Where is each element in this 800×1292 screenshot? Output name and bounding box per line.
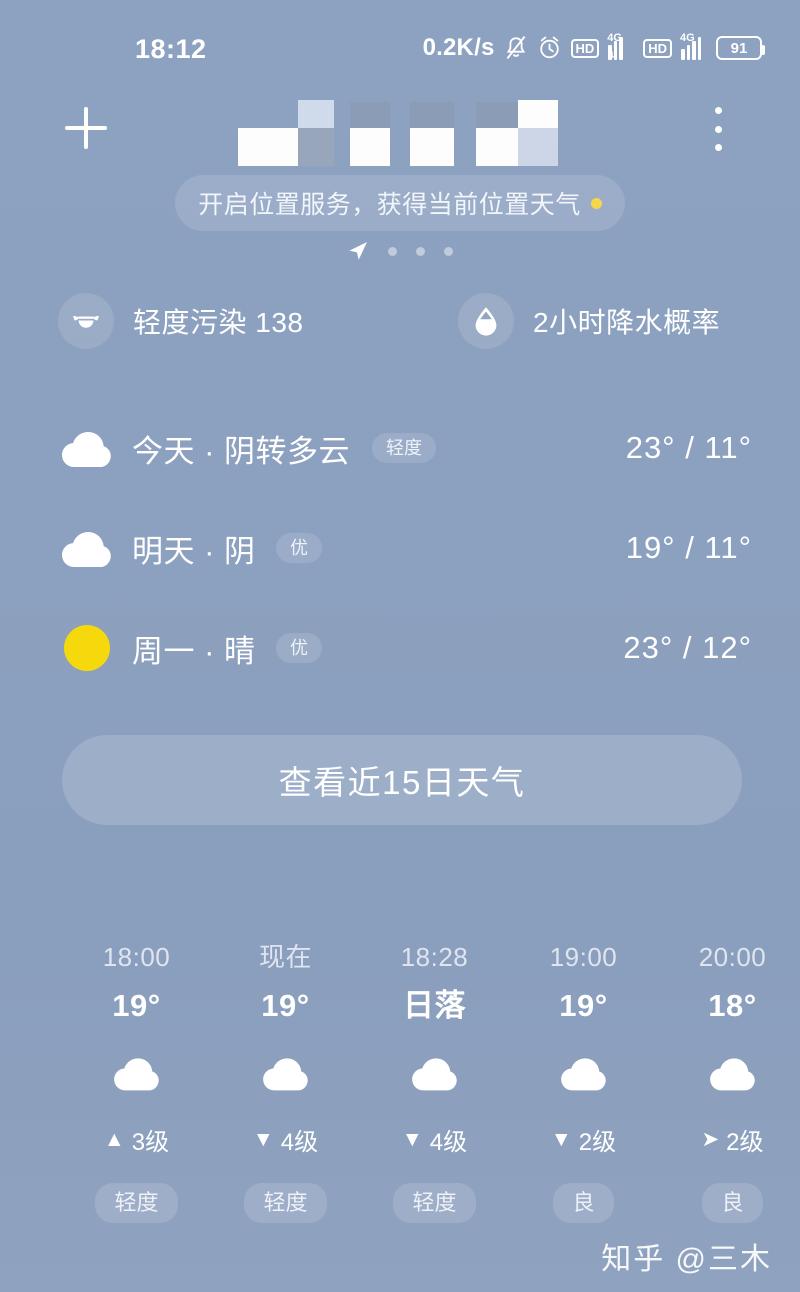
status-bar: 18:12 0.2K/s HD 4G ⇅ HD 4G 91 [0, 0, 800, 78]
daily-temperature: 19° / 11° [625, 530, 752, 565]
daily-temperature: 23° / 12° [623, 630, 752, 665]
summary-info-row: 轻度污染 138 2小时降水概率 [0, 293, 800, 355]
daily-aqi-badge: 优 [276, 533, 322, 563]
view-15-day-forecast-button[interactable]: 查看近15日天气 [62, 735, 742, 825]
hourly-time: 19:00 [549, 942, 618, 972]
alarm-clock-icon [537, 35, 562, 61]
cloud-icon [259, 1050, 313, 1096]
hourly-aqi-badge: 轻度 [244, 1183, 327, 1223]
hourly-column[interactable]: 19:00 19° ▼ 2级 良 [509, 940, 658, 1223]
hourly-column[interactable]: 18:28 日落 ▼ 4级 轻度 [360, 940, 509, 1223]
hourly-column[interactable]: 20:00 18° ➤ 2级 良 [658, 940, 800, 1223]
hourly-temperature: 19° [261, 988, 310, 1023]
cloud-icon [557, 1050, 611, 1096]
add-city-button[interactable] [62, 104, 110, 152]
more-options-button[interactable] [698, 104, 738, 154]
wind-direction-icon: ▼ [550, 1128, 572, 1151]
daily-title: 周一 · 晴 [132, 633, 256, 669]
cloud-icon [110, 1050, 164, 1096]
bell-muted-icon [504, 35, 528, 61]
daily-forecast-row[interactable]: 今天 · 阴转多云 轻度 23° / 11° [0, 398, 800, 498]
hourly-column[interactable]: 现在 19° ▼ 4级 轻度 [211, 940, 360, 1223]
signal-4g-icon-1: 4G ⇅ [607, 32, 624, 60]
hourly-aqi-badge: 轻度 [95, 1183, 178, 1223]
city-name-redacted [232, 100, 572, 166]
sun-icon [58, 619, 116, 677]
page-indicator[interactable] [0, 240, 800, 262]
hourly-time: 18:28 [400, 942, 469, 972]
daily-aqi-badge: 轻度 [372, 433, 436, 463]
enable-location-label: 开启位置服务，获得当前位置天气 [198, 191, 581, 219]
status-bar-icons: 0.2K/s HD 4G ⇅ HD 4G 91 [422, 32, 765, 63]
hourly-time: 20:00 [698, 942, 767, 972]
hourly-time: 现在 [258, 942, 312, 972]
wind-direction-icon: ▼ [252, 1128, 274, 1151]
daily-forecast-row[interactable]: 明天 · 阴 优 19° / 11° [0, 498, 800, 598]
hourly-wind: ▼ 2级 [551, 1122, 616, 1157]
daily-aqi-badge: 优 [276, 633, 322, 663]
cloud-icon [706, 1050, 760, 1096]
daily-temperature: 23° / 11° [625, 430, 752, 465]
hourly-wind: ➤ 2级 [702, 1122, 764, 1157]
hourly-time: 18:00 [102, 942, 171, 972]
page-dot-2[interactable] [416, 246, 425, 256]
battery-level-label: 91 [730, 39, 748, 57]
cloud-icon [408, 1050, 462, 1096]
cloud-icon [58, 419, 116, 477]
air-quality-item[interactable]: 轻度污染 138 [58, 293, 304, 349]
more-dot-3 [714, 144, 722, 151]
daily-forecast-list: 今天 · 阴转多云 轻度 23° / 11° 明天 · 阴 优 19° / 11… [0, 398, 800, 698]
hourly-aqi-badge: 良 [553, 1183, 614, 1223]
wind-direction-icon: ▼ [401, 1128, 423, 1151]
page-dot-1[interactable] [388, 246, 397, 256]
hourly-wind-label: 2级 [726, 1129, 764, 1156]
hourly-wind-label: 4级 [280, 1129, 319, 1156]
face-mask-icon [58, 293, 114, 349]
hourly-temperature: 19° [559, 988, 608, 1023]
network-speed-label: 0.2K/s [422, 34, 495, 61]
water-drop-icon [458, 293, 514, 349]
hourly-aqi-badge: 轻度 [393, 1183, 476, 1223]
hourly-wind-label: 4级 [429, 1129, 468, 1156]
cloud-icon [58, 519, 116, 577]
hourly-wind: ▼ 4级 [253, 1122, 318, 1157]
hd-badge-icon-2: HD [643, 38, 673, 58]
hourly-temperature: 18° [708, 988, 757, 1023]
hourly-wind: ▼ 4级 [402, 1122, 467, 1157]
battery-icon: 91 [716, 36, 765, 60]
hourly-wind: ▲ 3级 [104, 1122, 169, 1157]
enable-location-banner[interactable]: 开启位置服务，获得当前位置天气 [175, 175, 625, 231]
hd-badge-icon-1: HD [570, 38, 600, 58]
air-quality-label: 轻度污染 138 [133, 307, 304, 338]
precipitation-label: 2小时降水概率 [533, 307, 721, 338]
daily-title: 明天 · 阴 [132, 533, 256, 569]
location-arrow-icon [347, 240, 369, 262]
notification-dot-icon [590, 197, 602, 209]
watermark: 知乎 @三木 [601, 1243, 772, 1276]
wind-direction-icon: ➤ [701, 1128, 720, 1151]
hourly-column[interactable]: 18:00 19° ▲ 3级 轻度 [62, 940, 211, 1223]
hourly-forecast-strip[interactable]: 18:00 19° ▲ 3级 轻度 现在 19° ▼ 4级 轻度 18:28 日… [0, 940, 800, 1250]
status-bar-clock: 18:12 [135, 34, 207, 64]
hourly-aqi-badge: 良 [702, 1183, 763, 1223]
page-dot-3[interactable] [444, 246, 453, 256]
hourly-wind-label: 2级 [578, 1129, 617, 1156]
hourly-temperature: 19° [112, 988, 161, 1023]
more-dot-1 [714, 107, 722, 114]
daily-forecast-row[interactable]: 周一 · 晴 优 23° / 12° [0, 598, 800, 698]
precipitation-item[interactable]: 2小时降水概率 [458, 293, 720, 349]
signal-4g-icon-2: 4G [680, 33, 707, 60]
more-dot-2 [714, 125, 722, 133]
hourly-wind-label: 3级 [131, 1129, 170, 1156]
hourly-temperature: 日落 [403, 988, 466, 1023]
daily-title: 今天 · 阴转多云 [132, 433, 351, 469]
wind-direction-icon: ▲ [103, 1128, 125, 1151]
